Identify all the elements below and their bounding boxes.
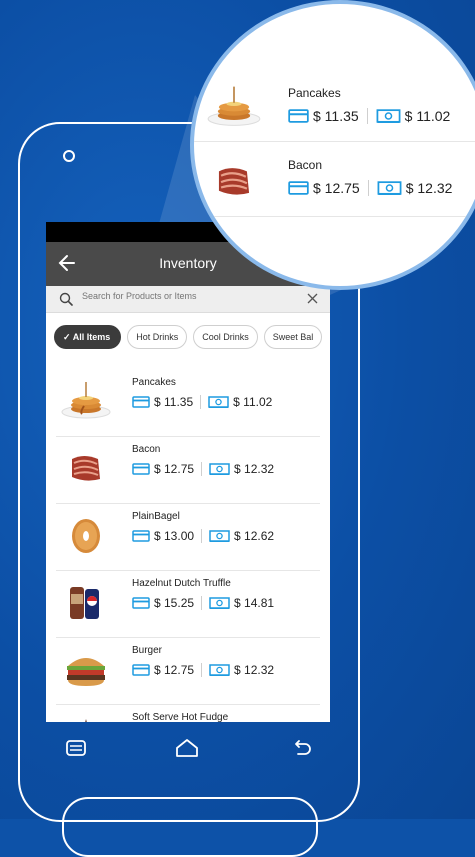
mag-list-item: Bacon $ 12.75 $ 12.32: [194, 144, 475, 218]
credit-card-icon: [132, 597, 150, 609]
credit-card-icon: [288, 109, 309, 123]
drinks-image: [70, 587, 99, 619]
product-name: Bacon: [288, 158, 323, 172]
product-name: Soft Serve Hot Fudge: [132, 712, 229, 722]
price-row: $ 12.75 $ 12.32: [132, 462, 274, 476]
cash-icon: [377, 181, 402, 195]
magnifier-zoom: Pancakes $ 11.35 $ 11.02 Bacon $ 12.75 $…: [190, 0, 475, 290]
pancakes-image: [207, 86, 261, 126]
card-price: $ 15.25: [154, 596, 195, 610]
category-chips: ✓ All Items Hot Drinks Cool Drinks Sweet…: [46, 313, 330, 359]
home-icon[interactable]: [175, 738, 199, 758]
cash-icon: [209, 597, 230, 609]
price-row: $ 15.25 $ 14.81: [132, 596, 274, 610]
cash-icon: [376, 109, 401, 123]
recents-icon[interactable]: [66, 740, 86, 756]
search-icon: [59, 292, 73, 306]
product-name: Pancakes: [132, 377, 176, 388]
product-name: Pancakes: [288, 86, 341, 100]
cash-icon: [208, 396, 229, 408]
price-row: $ 11.35 $ 11.02: [288, 108, 450, 124]
product-name: Burger: [132, 645, 163, 656]
cash-icon: [209, 463, 230, 475]
credit-card-icon: [132, 664, 150, 676]
list-item[interactable]: Pancakes $ 11.35 $ 11.02: [56, 370, 320, 437]
card-price: $ 12.75: [154, 462, 195, 476]
mag-list-item: Pancakes $ 11.35 $ 11.02: [194, 70, 475, 144]
bacon-image: [72, 456, 100, 481]
cash-icon: [209, 530, 230, 542]
cash-price: $ 12.32: [234, 462, 275, 476]
product-list: Pancakes $ 11.35 $ 11.02 Bacon $ 12.75 $: [46, 370, 330, 722]
credit-card-icon: [288, 181, 309, 195]
divider: [194, 216, 475, 217]
card-price: $ 12.75: [154, 663, 195, 677]
divider: [194, 141, 475, 142]
list-item[interactable]: Hazelnut Dutch Truffle $ 15.25 $ 14.81: [56, 571, 320, 638]
product-name: PlainBagel: [132, 511, 180, 522]
list-item[interactable]: Soft Serve Hot Fudge: [56, 705, 320, 722]
bagel-image: [72, 519, 100, 553]
search-bar: [46, 286, 330, 313]
chip-all-items[interactable]: ✓ All Items: [54, 325, 122, 349]
list-item[interactable]: Burger $ 12.75 $ 12.32: [56, 638, 320, 705]
card-price: $ 11.35: [154, 395, 194, 409]
price-row: $ 11.35 $ 11.02: [132, 395, 272, 409]
price-row: $ 12.75 $ 12.32: [132, 663, 274, 677]
phone-home-button: [62, 797, 318, 857]
product-name: Bacon: [132, 444, 161, 455]
cash-price: $ 11.02: [404, 108, 451, 124]
cash-icon: [209, 664, 230, 676]
search-input[interactable]: [82, 291, 272, 301]
credit-card-icon: [132, 463, 150, 475]
card-price: $ 13.00: [154, 529, 195, 543]
front-camera: [63, 150, 75, 162]
burger-image: [67, 658, 105, 686]
chip-hot-drinks[interactable]: Hot Drinks: [127, 325, 188, 349]
card-price: $ 12.75: [313, 180, 360, 196]
check-icon: ✓: [63, 332, 73, 342]
phone-screen: Inventory ✓ All Items Hot Drinks Cool Dr…: [46, 222, 330, 722]
sundae-image: [85, 719, 87, 722]
chip-cool-drinks[interactable]: Cool Drinks: [193, 325, 258, 349]
list-item[interactable]: PlainBagel $ 13.00 $ 12.62: [56, 504, 320, 571]
chip-sweet-bal[interactable]: Sweet Bal: [263, 325, 323, 349]
close-icon[interactable]: [307, 293, 318, 304]
pancakes-image: [61, 382, 111, 419]
card-price: $ 11.35: [313, 108, 359, 124]
back-icon[interactable]: [294, 739, 312, 757]
price-row: $ 12.75 $ 12.32: [288, 180, 452, 196]
credit-card-icon: [132, 396, 150, 408]
cash-price: $ 12.32: [234, 663, 275, 677]
list-item[interactable]: Bacon $ 12.75 $ 12.32: [56, 437, 320, 504]
cash-price: $ 14.81: [234, 596, 275, 610]
cash-price: $ 12.32: [405, 180, 453, 196]
product-name: Hazelnut Dutch Truffle: [132, 578, 231, 589]
cash-price: $ 12.62: [234, 529, 275, 543]
price-row: $ 13.00 $ 12.62: [132, 529, 274, 543]
cash-price: $ 11.02: [233, 395, 273, 409]
credit-card-icon: [132, 530, 150, 542]
bacon-image: [218, 168, 250, 195]
